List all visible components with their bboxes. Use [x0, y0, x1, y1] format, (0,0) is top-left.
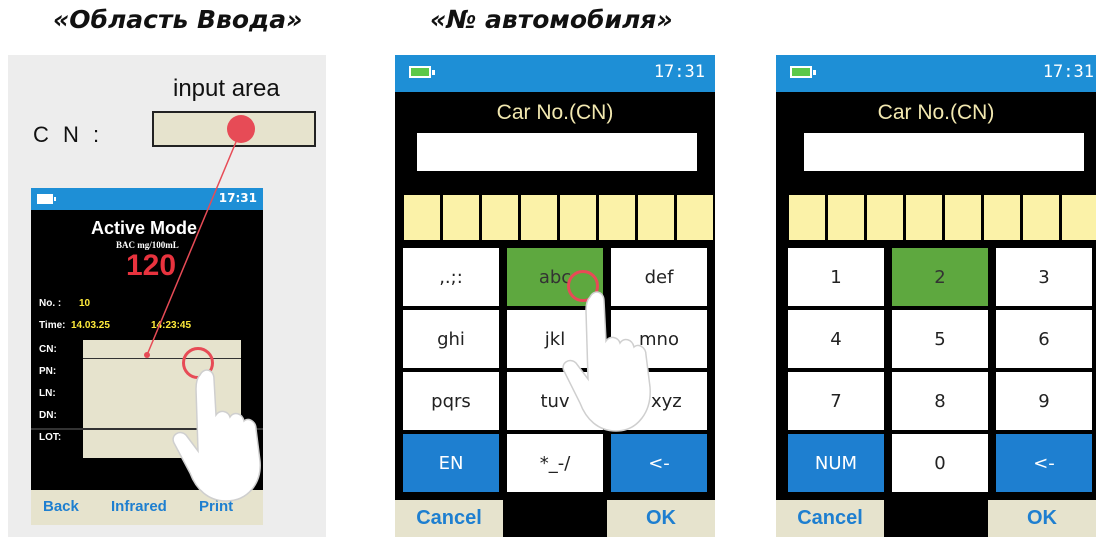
- clock: 17:31: [653, 62, 705, 82]
- char-cell: [677, 195, 713, 240]
- char-cell: [789, 195, 825, 240]
- key-7[interactable]: 7: [788, 372, 884, 430]
- screen-title: Car No.(CN): [496, 101, 614, 124]
- hand-pointer-icon: [172, 369, 261, 502]
- battery-icon: [790, 66, 816, 78]
- key-backspace[interactable]: <-: [611, 434, 707, 492]
- key-1[interactable]: 1: [788, 248, 884, 306]
- character-cells: [789, 195, 1096, 240]
- key-backspace[interactable]: <-: [996, 434, 1092, 492]
- header-input-area: «Область Ввода»: [53, 5, 303, 34]
- char-cell: [560, 195, 596, 240]
- character-cells: [404, 195, 713, 240]
- car-number-input[interactable]: [804, 133, 1084, 171]
- key-4[interactable]: 4: [788, 310, 884, 368]
- key-2[interactable]: 2: [892, 248, 988, 306]
- char-cell: [906, 195, 942, 240]
- key-language-en[interactable]: EN: [403, 434, 499, 492]
- ok-button[interactable]: OK: [988, 500, 1096, 537]
- key-9[interactable]: 9: [996, 372, 1092, 430]
- header-car-number: «№ автомобиля»: [430, 5, 673, 34]
- char-cell: [521, 195, 557, 240]
- key-8[interactable]: 8: [892, 372, 988, 430]
- key-punctuation[interactable]: ,.;:: [403, 248, 499, 306]
- input-area-panel: input area C N : 17:31 Active Mode BAC m…: [8, 55, 326, 537]
- status-bar: 17:31: [776, 55, 1096, 92]
- car-number-input[interactable]: [417, 133, 697, 171]
- numeric-keyboard-screen: 17:31 Car No.(CN) 1 2 3 4 5 6 7 8 9 NUM …: [776, 55, 1096, 537]
- key-5[interactable]: 5: [892, 310, 988, 368]
- status-bar: 17:31: [395, 55, 715, 92]
- hand-pointer-icon: [562, 291, 651, 432]
- key-6[interactable]: 6: [996, 310, 1092, 368]
- char-cell: [1062, 195, 1096, 240]
- key-symbols[interactable]: *_-/: [507, 434, 603, 492]
- char-cell: [599, 195, 635, 240]
- char-cell: [945, 195, 981, 240]
- char-cell: [828, 195, 864, 240]
- char-cell: [984, 195, 1020, 240]
- key-0[interactable]: 0: [892, 434, 988, 492]
- ok-button[interactable]: OK: [607, 500, 715, 537]
- char-cell: [443, 195, 479, 240]
- key-mode-num[interactable]: NUM: [788, 434, 884, 492]
- letters-keyboard-screen: 17:31 Car No.(CN) ,.;: abc def ghi jkl m…: [395, 55, 715, 537]
- key-3[interactable]: 3: [996, 248, 1092, 306]
- char-cell: [638, 195, 674, 240]
- char-cell: [867, 195, 903, 240]
- key-ghi[interactable]: ghi: [403, 310, 499, 368]
- screen-title: Car No.(CN): [877, 101, 995, 124]
- connector-line: [144, 129, 242, 358]
- char-cell: [1023, 195, 1059, 240]
- cancel-button[interactable]: Cancel: [776, 500, 884, 537]
- cancel-button[interactable]: Cancel: [395, 500, 503, 537]
- clock: 17:31: [1042, 62, 1094, 82]
- char-cell: [404, 195, 440, 240]
- key-pqrs[interactable]: pqrs: [403, 372, 499, 430]
- battery-icon: [409, 66, 435, 78]
- char-cell: [482, 195, 518, 240]
